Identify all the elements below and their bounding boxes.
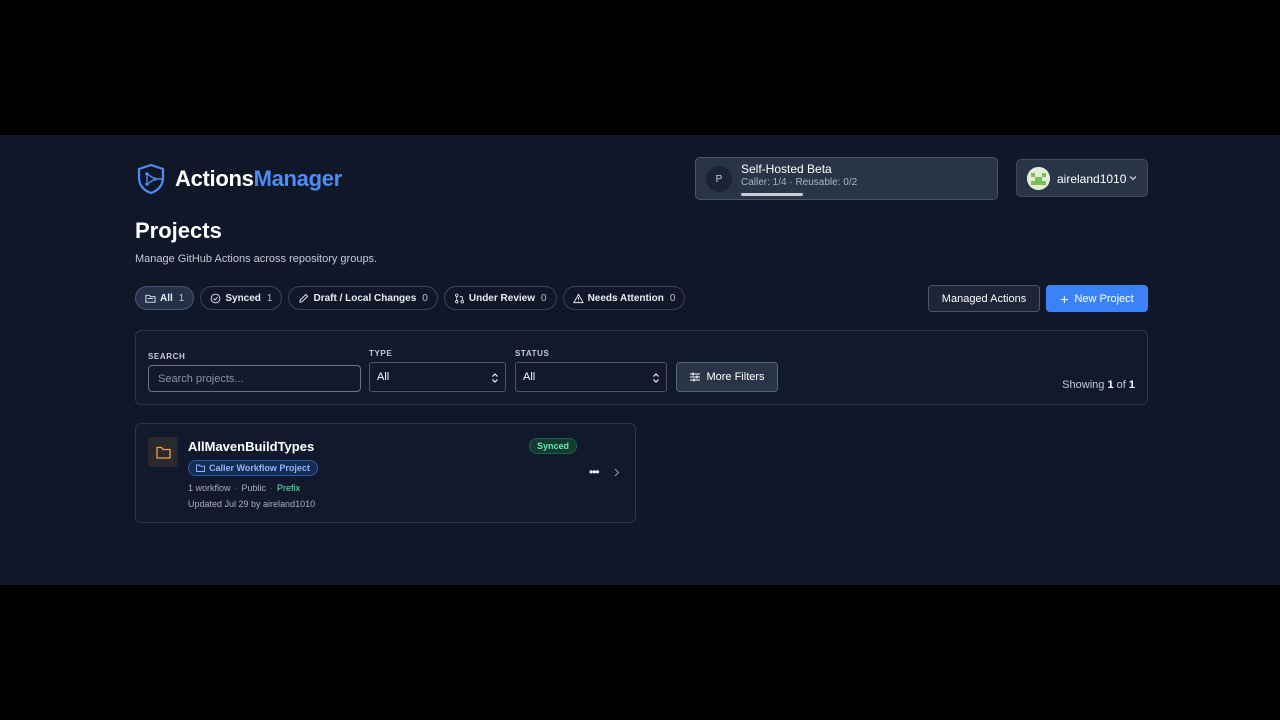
page-title: Projects <box>135 218 222 243</box>
plan-usage-card[interactable]: P Self-Hosted Beta Caller: 1/4 · Reusabl… <box>695 157 998 200</box>
brand-logo[interactable]: ActionsManager <box>136 163 342 195</box>
search-input[interactable]: Search projects... <box>148 365 361 392</box>
avatar <box>1027 167 1050 190</box>
plus-icon: + <box>1060 290 1069 307</box>
chip-label: Under Review <box>468 292 535 304</box>
chip-label: Synced <box>225 292 261 304</box>
more-filters-button[interactable]: More Filters <box>676 362 778 392</box>
chip-count: 1 <box>266 292 273 304</box>
results-count: Showing 1 of 1 <box>1062 379 1135 391</box>
pull-request-icon <box>454 293 464 303</box>
project-type-badge: Caller Workflow Project <box>188 460 318 476</box>
username: aireland1010 <box>1057 172 1127 186</box>
pencil-icon <box>299 293 309 303</box>
plan-usage-bar <box>741 193 803 196</box>
showing-total: 1 <box>1128 379 1135 391</box>
filters-panel: SEARCH Search projects... TYPE All STATU… <box>135 330 1148 405</box>
more-options-icon[interactable]: ••• <box>589 465 600 479</box>
plan-avatar: P <box>706 166 732 192</box>
chip-under-review[interactable]: Under Review 0 <box>443 286 557 310</box>
chip-label: Draft / Local Changes <box>313 292 417 304</box>
workflow-count: 1 workflow <box>188 483 231 493</box>
plan-usage-text: Caller: 1/4 · Reusable: 0/2 <box>741 177 858 188</box>
showing-count: 1 <box>1107 379 1114 391</box>
search-label: SEARCH <box>148 352 186 361</box>
visibility: Public <box>241 483 267 493</box>
naming-mode: Prefix <box>277 483 301 493</box>
chip-count: 0 <box>541 292 547 304</box>
shield-logo-icon <box>137 163 165 195</box>
chip-count: 1 <box>178 292 185 304</box>
showing-prefix: Showing <box>1062 379 1105 391</box>
page-subtitle: Manage GitHub Actions across repository … <box>135 253 378 265</box>
sliders-icon <box>690 372 701 382</box>
status-badge: Synced <box>529 438 578 454</box>
project-icon-box <box>148 437 178 467</box>
showing-of: of <box>1116 379 1126 391</box>
check-circle-icon <box>210 293 221 303</box>
folder-icon <box>155 446 171 459</box>
project-meta: 1 workflow · Public · Prefix <box>188 483 301 493</box>
chip-synced[interactable]: Synced 1 <box>200 286 283 310</box>
status-select[interactable]: All <box>515 362 667 392</box>
chevron-right-icon[interactable] <box>613 468 620 477</box>
type-label: TYPE <box>369 349 393 358</box>
chevron-down-icon <box>1129 176 1137 181</box>
folder-icon <box>145 294 156 303</box>
chip-all[interactable]: All 1 <box>135 286 195 310</box>
warning-icon <box>572 292 584 303</box>
status-select-value: All <box>523 371 536 383</box>
brand-name: ActionsManager <box>175 166 342 192</box>
status-filter-chips: All 1 Synced 1 Draft / Local Changes 0 U… <box>135 286 686 310</box>
project-card[interactable]: AllMavenBuildTypes Caller Workflow Proje… <box>135 423 636 523</box>
status-label: STATUS <box>515 349 550 358</box>
user-menu-button[interactable]: aireland1010 <box>1016 159 1148 197</box>
project-name[interactable]: AllMavenBuildTypes <box>188 439 314 454</box>
chip-count: 0 <box>422 292 428 304</box>
select-arrows-icon <box>492 373 498 383</box>
new-project-label: New Project <box>1074 292 1134 305</box>
chip-label: All <box>160 292 173 304</box>
folder-icon <box>196 464 205 472</box>
app-shell: ActionsManager P Self-Hosted Beta Caller… <box>0 135 1280 585</box>
brand-name-part2: Manager <box>253 166 343 191</box>
type-select[interactable]: All <box>369 362 506 392</box>
managed-actions-button[interactable]: Managed Actions <box>928 285 1040 312</box>
chip-label: Needs Attention <box>587 292 664 304</box>
new-project-button[interactable]: + New Project <box>1046 285 1148 312</box>
chip-needs-attention[interactable]: Needs Attention 0 <box>562 286 686 310</box>
more-filters-label: More Filters <box>706 371 765 383</box>
brand-name-part1: Actions <box>175 166 254 191</box>
plan-title: Self-Hosted Beta <box>741 162 832 176</box>
project-type-label: Caller Workflow Project <box>209 463 310 473</box>
chip-draft[interactable]: Draft / Local Changes 0 <box>288 286 438 310</box>
updated-text: Updated Jul 29 by aireland1010 <box>188 499 316 509</box>
type-select-value: All <box>377 371 390 383</box>
chip-count: 0 <box>669 292 676 304</box>
select-arrows-icon <box>653 373 659 383</box>
